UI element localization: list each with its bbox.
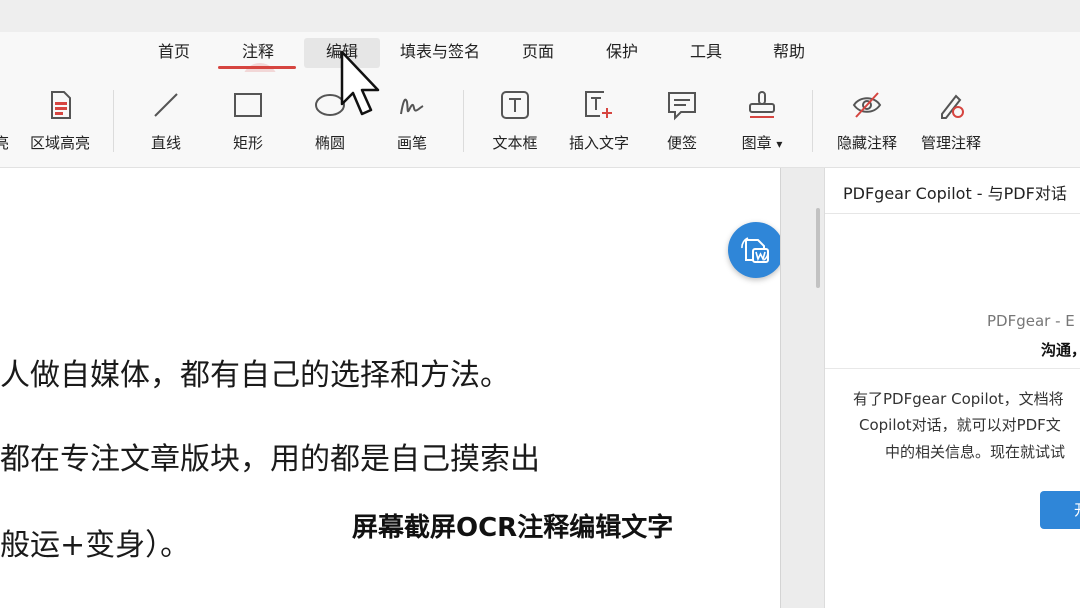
copilot-header: PDFgear Copilot - 与PDF对话 xyxy=(825,168,1080,214)
document-scrollbar-thumb[interactable] xyxy=(816,208,820,288)
tool-line[interactable]: 直线 xyxy=(136,88,196,158)
tool-label: 隐藏注释 xyxy=(836,134,897,152)
tab-help[interactable]: 帮助 xyxy=(763,38,815,68)
convert-to-word-button[interactable] xyxy=(728,222,784,278)
pen-icon xyxy=(400,98,424,115)
tool-area-highlight[interactable]: 区域高亮 xyxy=(22,88,98,158)
tool-label: 便签 xyxy=(666,134,697,152)
window-titlebar xyxy=(0,0,1080,32)
copilot-body-line: 中的相关信息。现在就试试 xyxy=(885,443,1066,461)
stamp-icon xyxy=(749,91,775,118)
tool-label: 图章 ▾ xyxy=(741,134,783,152)
tab-tools[interactable]: 工具 xyxy=(680,38,732,68)
document-text-line: 人做自媒体，都有自己的选择和方法。 xyxy=(0,358,510,393)
toolbar-separator xyxy=(113,90,114,152)
copilot-divider xyxy=(825,368,1080,369)
tool-label: 插入文字 xyxy=(568,134,629,152)
rectangle-icon xyxy=(234,93,262,117)
video-caption-overlay: 屏幕截屏OCR注释编辑文字 xyxy=(352,513,674,543)
copilot-body-line: 有了PDFgear Copilot，文档将 xyxy=(853,390,1064,408)
document-text-line: 般运+变身）。 xyxy=(0,528,191,563)
toolbar-separator xyxy=(463,90,464,152)
hide-annotation-icon xyxy=(852,92,882,118)
tool-label: 区域高亮 xyxy=(29,134,90,152)
tool-label: 文本框 xyxy=(492,134,538,152)
tool-label: 画笔 xyxy=(396,134,427,152)
tool-rectangle[interactable]: 矩形 xyxy=(218,88,278,158)
tool-insert-text[interactable]: 插入文字 xyxy=(562,88,636,158)
copilot-heading: 沟通， xyxy=(1041,341,1080,359)
tool-sticky-note[interactable]: 便签 xyxy=(652,88,712,158)
copilot-panel: PDFgear Copilot - 与PDF对话 PDFgear - E 沟通，… xyxy=(824,168,1080,608)
tool-textbox[interactable]: 文本框 xyxy=(484,88,546,158)
tool-label: 管理注释 xyxy=(920,134,981,152)
annotation-toolbar: 亮 区域高亮 直线 矩形 椭圆 画笔 文本框 插入文字 便签 图章 ▾ 隐藏注释… xyxy=(0,72,1080,168)
area-highlight-icon xyxy=(51,91,71,119)
tab-annotate[interactable]: 注释 xyxy=(230,38,286,68)
chevron-down-icon[interactable]: ▾ xyxy=(776,137,782,151)
copilot-title: PDFgear Copilot - 与PDF对话 xyxy=(843,184,1067,203)
line-icon xyxy=(154,93,178,117)
tab-fill-sign[interactable]: 填表与签名 xyxy=(392,38,488,68)
tool-label: 椭圆 xyxy=(314,134,345,152)
insert-text-icon xyxy=(585,91,612,118)
manage-annotation-icon xyxy=(941,94,964,119)
sticky-note-icon xyxy=(668,92,696,121)
tab-home[interactable]: 首页 xyxy=(148,38,200,68)
copilot-body-line: Copilot对话，就可以对PDF文 xyxy=(859,416,1061,434)
toolbar-separator xyxy=(812,90,813,152)
tool-hide-annotation[interactable]: 隐藏注释 xyxy=(830,88,904,158)
tool-pen[interactable]: 画笔 xyxy=(382,88,442,158)
active-tab-indicator xyxy=(218,66,296,69)
convert-to-word-icon xyxy=(741,237,769,263)
copilot-brand-line: PDFgear - E xyxy=(987,312,1075,330)
tool-label: 直线 xyxy=(150,134,181,152)
tab-protect[interactable]: 保护 xyxy=(596,38,648,68)
tool-manage-annotation[interactable]: 管理注释 xyxy=(914,88,988,158)
mouse-cursor-icon xyxy=(340,50,380,116)
toolbar-partial-item[interactable]: 亮 xyxy=(0,88,9,158)
textbox-icon xyxy=(501,91,529,119)
copilot-start-button[interactable]: 开 xyxy=(1040,491,1080,529)
tool-label: 矩形 xyxy=(232,134,263,152)
tool-stamp[interactable]: 图章 ▾ xyxy=(732,88,792,158)
menu-bar: 首页 注释 编辑 填表与签名 页面 保护 工具 帮助 xyxy=(0,32,1080,99)
tab-page[interactable]: 页面 xyxy=(512,38,564,68)
document-text-line: 都在专注文章版块，用的都是自己摸索出 xyxy=(0,442,540,477)
